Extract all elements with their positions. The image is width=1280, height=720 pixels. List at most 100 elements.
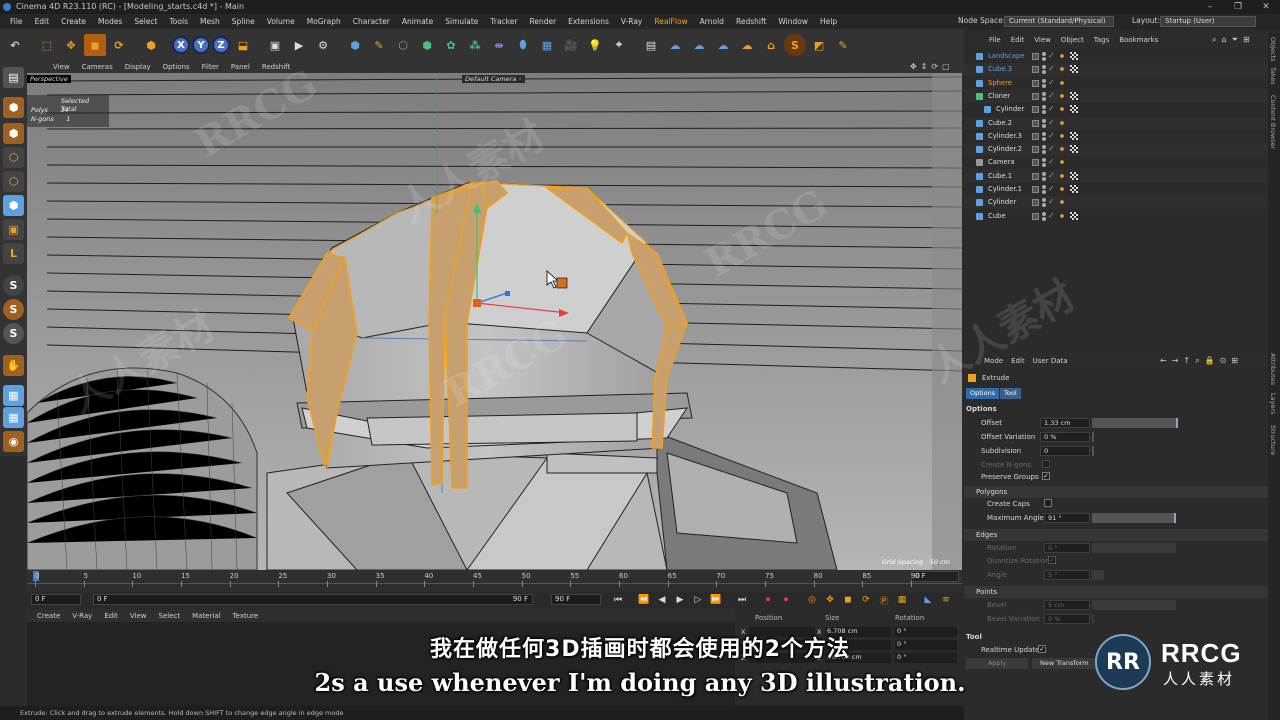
- go-to-start-icon[interactable]: ⏮: [611, 593, 625, 607]
- check-tag-icon[interactable]: ✓: [1048, 91, 1056, 100]
- viewport-menu-redshift[interactable]: Redshift: [256, 63, 296, 71]
- points-section[interactable]: Points: [964, 586, 1268, 598]
- render-view-icon[interactable]: ▶: [288, 34, 310, 56]
- lock-icon[interactable]: 🔒: [1205, 356, 1215, 366]
- back-arrow-icon[interactable]: ←: [1160, 356, 1167, 366]
- menu-mograph[interactable]: MoGraph: [301, 14, 347, 29]
- undo-icon[interactable]: ↶: [4, 34, 26, 56]
- coordinate-system-icon[interactable]: ⬓: [232, 34, 254, 56]
- check-tag-icon[interactable]: ✓: [1048, 105, 1056, 113]
- brush-icon[interactable]: ✋: [3, 355, 24, 376]
- bevel-variation-field[interactable]: 0 %: [1044, 614, 1090, 624]
- render-visible-dot[interactable]: [1042, 110, 1046, 115]
- phong-tag-icon[interactable]: [1058, 118, 1066, 127]
- bevel-field[interactable]: 5 cm: [1044, 600, 1090, 610]
- spotlight-icon[interactable]: ⌖: [608, 34, 630, 56]
- am-menu-user-data[interactable]: User Data: [1029, 357, 1072, 365]
- cloud-icon[interactable]: ☁: [664, 34, 686, 56]
- phong-tag-icon[interactable]: [1058, 198, 1066, 207]
- menu-character[interactable]: Character: [347, 14, 396, 29]
- editor-visible-dot[interactable]: [1042, 118, 1046, 123]
- next-frame-icon[interactable]: ▷: [691, 593, 705, 607]
- minimize-icon[interactable]: –: [1196, 0, 1224, 14]
- side-tab-structure[interactable]: Structure: [1269, 425, 1277, 455]
- material-tag-icon[interactable]: [1070, 131, 1078, 140]
- render-visible-dot[interactable]: [1042, 176, 1046, 181]
- light-icon[interactable]: 💡: [584, 34, 606, 56]
- material-tag-icon[interactable]: [1070, 65, 1078, 74]
- array-icon[interactable]: ⁂: [464, 34, 486, 56]
- scale-tool-icon[interactable]: ◼: [84, 34, 106, 56]
- cloud-upload-icon[interactable]: ☁: [688, 34, 710, 56]
- side-tab-content-browser[interactable]: Content Browser: [1269, 95, 1277, 149]
- menu-window[interactable]: Window: [772, 14, 814, 29]
- phong-tag-icon[interactable]: [1058, 158, 1066, 167]
- redshift-material-icon[interactable]: ◩: [808, 34, 830, 56]
- menu-volume[interactable]: Volume: [261, 14, 301, 29]
- phong-tag-icon[interactable]: [1058, 91, 1066, 100]
- menu-tracker[interactable]: Tracker: [484, 14, 523, 29]
- object-mode-icon[interactable]: ⬢: [140, 34, 162, 56]
- editor-visible-dot[interactable]: [1042, 185, 1046, 189]
- redshift-render-view-icon[interactable]: ▤: [640, 34, 662, 56]
- key-pla-icon[interactable]: ▦: [895, 593, 909, 607]
- render-visible-dot[interactable]: [1042, 123, 1046, 128]
- workplane-icon[interactable]: S: [3, 323, 24, 344]
- am-menu-mode[interactable]: Mode: [980, 357, 1007, 365]
- extrude-generator-icon[interactable]: ⬢: [416, 34, 438, 56]
- maximize-icon[interactable]: ▢: [942, 62, 950, 71]
- z-axis-lock-icon[interactable]: Z: [212, 36, 230, 54]
- cloner-icon[interactable]: ✿: [440, 34, 462, 56]
- offset-variation-field[interactable]: 0 %: [1040, 432, 1090, 442]
- quantize-rotation-checkbox[interactable]: ✓: [1048, 556, 1056, 564]
- check-tag-icon[interactable]: ✓: [1048, 78, 1056, 87]
- model-mode-icon[interactable]: ⬢: [3, 97, 24, 118]
- editor-visible-dot[interactable]: [1042, 65, 1046, 70]
- phong-tag-icon[interactable]: [1058, 65, 1066, 74]
- material-menu-material[interactable]: Material: [186, 612, 226, 620]
- phong-tag-icon[interactable]: [1058, 78, 1066, 87]
- edges-mode-icon[interactable]: ⬡: [3, 171, 24, 192]
- 3d-viewport[interactable]: Perspective Default Camera ◦ Selected To…: [27, 73, 962, 570]
- object-row[interactable]: Cube.2 ✓: [964, 116, 1268, 130]
- new-window-icon[interactable]: ⊞: [1231, 356, 1238, 366]
- object-row[interactable]: Cylinder.3 ✓: [964, 130, 1268, 143]
- check-tag-icon[interactable]: ✓: [1048, 52, 1056, 60]
- visibility-icon[interactable]: [1032, 66, 1039, 74]
- home-icon[interactable]: ⌂: [1221, 35, 1226, 45]
- polygons-section[interactable]: Polygons: [964, 486, 1268, 498]
- filter-icon[interactable]: ⏷: [1232, 35, 1238, 45]
- close-icon[interactable]: ✕: [1252, 0, 1280, 14]
- object-row[interactable]: Cube.3 ✓: [964, 63, 1268, 77]
- viewport-menu-view[interactable]: View: [47, 63, 76, 71]
- angle-field[interactable]: 5 °: [1044, 570, 1090, 580]
- orbit-icon[interactable]: ⟳: [931, 62, 938, 71]
- menu-help[interactable]: Help: [814, 14, 843, 29]
- material-menu-view[interactable]: View: [124, 612, 153, 620]
- object-row[interactable]: Landscape ✓: [964, 50, 1268, 63]
- material-tag-icon[interactable]: [1070, 171, 1078, 180]
- polygons-mode-icon[interactable]: ⬢: [3, 195, 24, 216]
- max-angle-field[interactable]: 91 °: [1044, 513, 1090, 523]
- object-row[interactable]: Cylinder ✓: [964, 196, 1268, 210]
- check-tag-icon[interactable]: ✓: [1048, 65, 1056, 73]
- viewport-menu-options[interactable]: Options: [157, 63, 196, 71]
- key-parameter-icon[interactable]: Ⓟ: [877, 593, 891, 607]
- prev-key-icon[interactable]: ⏪: [637, 593, 651, 607]
- side-tab-takes[interactable]: Takes: [1269, 67, 1277, 85]
- menu-realflow[interactable]: RealFlow: [648, 14, 693, 29]
- rotation-slider[interactable]: [1092, 543, 1176, 553]
- field-icon[interactable]: ⬮: [512, 34, 534, 56]
- key-selection-icon[interactable]: ◎: [805, 593, 819, 607]
- material-menu-edit[interactable]: Edit: [98, 612, 124, 620]
- check-tag-icon[interactable]: ✓: [1048, 158, 1056, 166]
- menu-simulate[interactable]: Simulate: [439, 14, 484, 29]
- visibility-icon[interactable]: [1032, 53, 1039, 60]
- phong-tag-icon[interactable]: [1058, 211, 1066, 220]
- object-row[interactable]: Cylinder.1 ✓: [964, 183, 1268, 196]
- up-arrow-icon[interactable]: ↑: [1183, 356, 1190, 366]
- go-to-end-icon[interactable]: ⏭: [735, 593, 749, 607]
- editor-visible-dot[interactable]: [1042, 158, 1046, 163]
- menu-v-ray[interactable]: V-Ray: [615, 14, 648, 29]
- end-frame-field[interactable]: 90 F: [551, 594, 601, 605]
